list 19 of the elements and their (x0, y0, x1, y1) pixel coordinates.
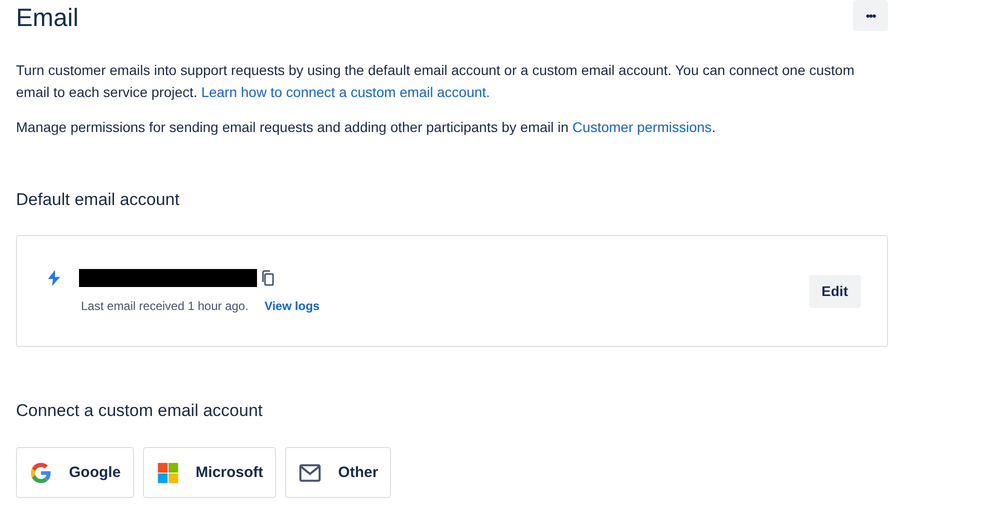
edit-button[interactable]: Edit (808, 274, 861, 308)
view-logs-link[interactable]: View logs (264, 299, 320, 313)
help-link[interactable]: Customer permissions (572, 119, 712, 135)
description-text: Manage permissions for sending email requests and adding other participants by email in Customer permissions. (16, 118, 717, 137)
google-logo-icon (30, 462, 52, 484)
page-title: Email (16, 4, 79, 33)
help-link[interactable]: Learn how to connect a custom email account. (201, 84, 490, 100)
more-button[interactable]: ••• (853, 0, 888, 31)
provider-button[interactable]: Google (16, 447, 134, 498)
copy-icon[interactable] (261, 270, 275, 286)
provider-button[interactable]: Other (285, 447, 392, 498)
envelope-icon (299, 462, 322, 484)
description-text: Turn customer emails into support requests by using the default email account or a custom email account. You can connect one custom email to each service project. Learn how to connect a custom email account. (16, 61, 856, 102)
status-text: Last email received 1 hour ago. (81, 299, 248, 313)
section-heading: Default email account (16, 190, 180, 210)
provider-button[interactable]: Microsoft (142, 447, 276, 498)
lightning-icon (45, 269, 63, 287)
windows-logo-icon (156, 462, 179, 484)
section-heading: Connect a custom email account (16, 401, 264, 421)
